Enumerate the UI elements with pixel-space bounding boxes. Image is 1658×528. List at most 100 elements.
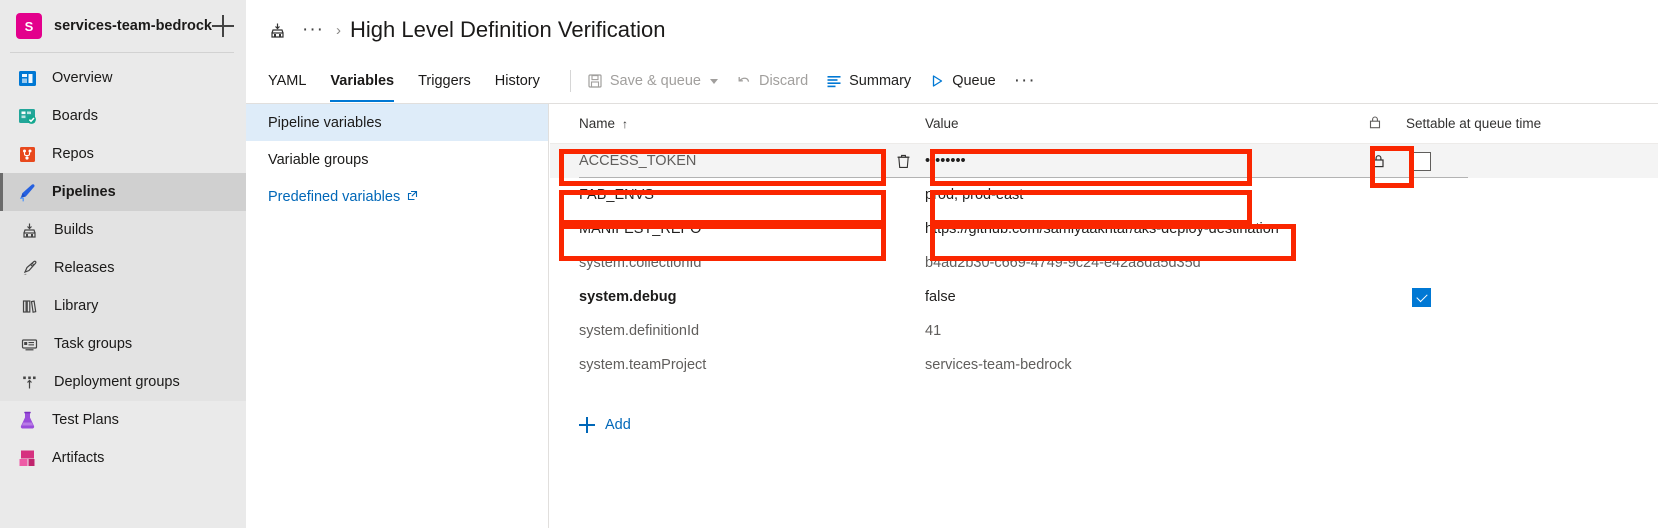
variable-name-label: system.definitionId [579, 323, 700, 339]
queue-button[interactable]: Queue [929, 73, 996, 89]
column-header-lock [1368, 115, 1382, 133]
table-row[interactable]: system.collectionId b4ad2b30-c669-4749-9… [550, 246, 1658, 280]
tab-triggers[interactable]: Triggers [418, 60, 471, 102]
variables-table: Name ↑ Value Settable at queue time ACCES… [550, 104, 1658, 528]
delete-variable-icon[interactable] [893, 151, 913, 171]
sidebar-item-label: Deployment groups [54, 374, 180, 390]
plus-icon [579, 417, 595, 433]
sidebar-item-label: Test Plans [52, 412, 119, 428]
sidebar-item-label: Pipelines [52, 184, 116, 200]
discard-label: Discard [758, 73, 809, 89]
table-row[interactable]: FAB_ENVS prod, prod-east [550, 178, 1658, 212]
main-content: ··· › High Level Definition Verification… [246, 0, 1658, 528]
sidebar-item-deployment-groups[interactable]: Deployment groups [0, 363, 246, 401]
sidebar-item-label: Releases [54, 260, 115, 276]
variable-value-input[interactable]: https://github.com/samiyaakhtar/aks-depl… [925, 221, 1365, 237]
sidebar-item-overview[interactable]: Overview [0, 59, 246, 97]
toolbar-divider [569, 70, 571, 92]
table-row[interactable]: system.debug false [550, 280, 1658, 314]
repos-icon [14, 141, 40, 167]
column-label: Name [579, 116, 616, 131]
breadcrumb: ··· › High Level Definition Verification [246, 0, 1658, 60]
more-actions-button[interactable]: ··· [1014, 71, 1036, 90]
column-label: Value [925, 116, 959, 131]
sidebar-item-builds[interactable]: Builds [0, 211, 246, 249]
sidebar-item-label: Task groups [54, 336, 133, 352]
tab-label: YAML [268, 73, 307, 89]
sidebar-item-pipelines[interactable]: Pipelines [0, 173, 246, 211]
pipelines-section: Pipelines Builds Releases Library Task g… [0, 173, 246, 401]
sidebar-item-label: Repos [52, 146, 94, 162]
external-link-icon [407, 190, 418, 204]
sidebar-item-label: Library [54, 298, 99, 314]
add-variable-button[interactable]: Add [579, 417, 631, 433]
variable-name-input[interactable]: MANIFEST_REPO [579, 221, 909, 237]
tab-label: History [494, 73, 540, 89]
column-header-name[interactable]: Name ↑ [579, 116, 628, 131]
save-and-queue-label: Save & queue [609, 73, 701, 89]
sidebar-item-label: Artifacts [52, 450, 105, 466]
variables-nav-pipeline-variables[interactable]: Pipeline variables [246, 104, 548, 141]
test-plans-icon [14, 407, 40, 433]
predefined-variables-link[interactable]: Predefined variables [246, 178, 548, 215]
variables-nav-variable-groups[interactable]: Variable groups [246, 141, 548, 178]
table-row[interactable]: MANIFEST_REPO https://github.com/samiyaa… [550, 212, 1658, 246]
variable-name-input[interactable]: ACCESS_TOKEN [579, 153, 909, 169]
sidebar-item-library[interactable]: Library [0, 287, 246, 325]
table-row[interactable]: ACCESS_TOKEN •••••••• [550, 144, 1658, 178]
nav-label: Pipeline variables [268, 114, 382, 131]
deployment-groups-icon [16, 369, 42, 395]
table-row[interactable]: system.definitionId 41 [550, 314, 1658, 348]
chevron-down-icon[interactable] [709, 78, 718, 84]
variable-name-input[interactable]: FAB_ENVS [579, 187, 909, 203]
tab-label: Variables [330, 73, 395, 89]
variable-name-label: system.teamProject [579, 357, 707, 373]
tab-yaml[interactable]: YAML [268, 60, 306, 102]
lock-icon [1368, 115, 1382, 133]
variable-value-label: false [925, 289, 956, 305]
column-header-settable-at-queue-time: Settable at queue time [1406, 116, 1541, 131]
sidebar-divider [10, 52, 234, 53]
summary-icon [826, 73, 842, 89]
library-icon [16, 293, 42, 319]
task-groups-icon [16, 331, 42, 357]
sidebar-item-boards[interactable]: Boards [0, 97, 246, 135]
settable-at-queue-time-checkbox[interactable] [1412, 288, 1431, 307]
unlock-secret-button[interactable] [1368, 151, 1388, 171]
variable-value-input[interactable]: prod, prod-east [925, 187, 1365, 203]
pipelines-icon [14, 179, 40, 205]
add-project-icon[interactable] [211, 15, 234, 37]
nav-label: Variable groups [268, 151, 369, 168]
variable-value-input[interactable]: •••••••• [925, 153, 1365, 169]
tab-label: Triggers [418, 73, 471, 89]
breadcrumb-overflow-button[interactable]: ··· [302, 20, 324, 39]
discard-button[interactable]: Discard [736, 73, 808, 89]
sidebar-item-releases[interactable]: Releases [0, 249, 246, 287]
tab-history[interactable]: History [495, 60, 540, 102]
sidebar-item-task-groups[interactable]: Task groups [0, 325, 246, 363]
table-row[interactable]: system.teamProject services-team-bedrock [550, 348, 1658, 382]
tab-variables[interactable]: Variables [330, 60, 394, 102]
organization-name: services-team-bedrock [54, 18, 212, 34]
sort-ascending-icon: ↑ [622, 117, 629, 131]
boards-icon [14, 103, 40, 129]
releases-icon [16, 255, 42, 281]
organization-avatar: S [16, 13, 42, 39]
sidebar-item-label: Overview [52, 70, 113, 86]
sidebar-item-artifacts[interactable]: Artifacts [0, 439, 246, 477]
summary-button[interactable]: Summary [826, 73, 911, 89]
play-icon [929, 73, 945, 89]
builds-icon [16, 217, 42, 243]
column-header-value[interactable]: Value [925, 116, 959, 131]
variable-value-label: b4ad2b30-c669-4749-9c24-e42a8da5d35d [925, 255, 1201, 271]
editor-toolbar: YAML Variables Triggers History Save & q… [246, 60, 1658, 102]
organization-row[interactable]: S services-team-bedrock [0, 0, 246, 52]
sidebar-item-repos[interactable]: Repos [0, 135, 246, 173]
page-title: High Level Definition Verification [349, 17, 666, 42]
overview-icon [14, 65, 40, 91]
table-header-row: Name ↑ Value Settable at queue time [550, 104, 1658, 144]
save-and-queue-button[interactable]: Save & queue [587, 73, 718, 89]
settable-at-queue-time-checkbox[interactable] [1412, 152, 1431, 171]
sidebar-item-label: Boards [52, 108, 98, 124]
sidebar-item-test-plans[interactable]: Test Plans [0, 401, 246, 439]
